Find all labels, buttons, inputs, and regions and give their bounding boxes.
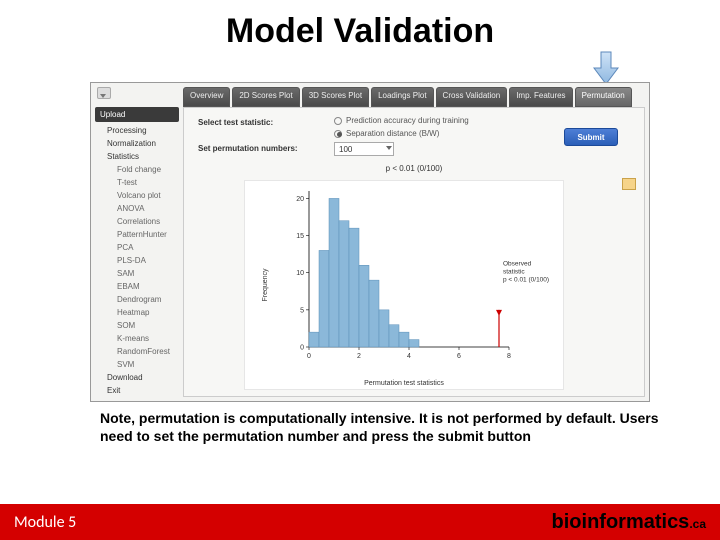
- sidebar: Upload Processing Normalization Statisti…: [95, 105, 179, 399]
- y-axis-label: Frequency: [262, 268, 269, 301]
- brand-name: bioinformatics: [552, 511, 690, 533]
- sidebar-item[interactable]: PCA: [103, 241, 179, 254]
- tab-bar: Overview 2D Scores Plot 3D Scores Plot L…: [183, 87, 645, 107]
- sidebar-item[interactable]: K-means: [103, 332, 179, 345]
- module-label: Module 5: [14, 513, 76, 532]
- p-value-text: p < 0.01 (0/100): [184, 164, 644, 173]
- sidebar-item[interactable]: EBAM: [103, 280, 179, 293]
- home-icon[interactable]: [97, 87, 111, 99]
- sidebar-item[interactable]: Volcano plot: [103, 189, 179, 202]
- svg-text:5: 5: [300, 307, 304, 314]
- tab-imp-features[interactable]: Imp. Features: [509, 87, 572, 107]
- brand-tld: .ca: [689, 517, 706, 531]
- svg-text:15: 15: [296, 233, 304, 240]
- tab-3d-scores[interactable]: 3D Scores Plot: [302, 87, 369, 107]
- tab-panel: Select test statistic: Prediction accura…: [183, 107, 645, 397]
- sidebar-item[interactable]: Dendrogram: [103, 293, 179, 306]
- main-panel: Overview 2D Scores Plot 3D Scores Plot L…: [183, 87, 645, 397]
- slide-note: Note, permutation is computationally int…: [100, 410, 660, 445]
- svg-text:Observed: Observed: [503, 260, 532, 267]
- svg-text:statistic: statistic: [503, 268, 525, 275]
- page-title: Model Validation: [0, 0, 720, 51]
- stat-radio-group: Prediction accuracy during training Sepa…: [334, 114, 469, 140]
- svg-text:10: 10: [296, 270, 304, 277]
- x-axis-label: Permutation test statistics: [245, 380, 563, 387]
- sidebar-item[interactable]: PatternHunter: [103, 228, 179, 241]
- perm-number-input[interactable]: 100: [334, 142, 394, 156]
- sidebar-item[interactable]: RandomForest: [103, 345, 179, 358]
- app-screenshot: Upload Processing Normalization Statisti…: [90, 82, 650, 402]
- sidebar-group-normalization[interactable]: Normalization: [103, 137, 179, 150]
- sidebar-item[interactable]: T-test: [103, 176, 179, 189]
- radio-separation-distance[interactable]: Separation distance (B/W): [334, 127, 469, 140]
- chart-svg: 0 5 10 15 20 0 2 4 6 8 Observedstatisticp < 0.01 (…: [285, 187, 555, 367]
- sidebar-item[interactable]: Fold change: [103, 163, 179, 176]
- sidebar-item-exit[interactable]: Exit: [103, 384, 179, 397]
- tab-overview[interactable]: Overview: [183, 87, 230, 107]
- tab-loadings[interactable]: Loadings Plot: [371, 87, 433, 107]
- sidebar-item[interactable]: PLS-DA: [103, 254, 179, 267]
- radio-label: Prediction accuracy during training: [346, 116, 469, 125]
- sidebar-group-statistics[interactable]: Statistics: [103, 150, 179, 163]
- tab-permutation[interactable]: Permutation: [575, 87, 632, 107]
- radio-icon: [334, 117, 342, 125]
- radio-label: Separation distance (B/W): [346, 129, 439, 138]
- stat-label: Select test statistic:: [198, 118, 273, 127]
- sidebar-group-upload[interactable]: Upload: [95, 107, 179, 122]
- svg-text:p < 0.01 (0/100): p < 0.01 (0/100): [503, 276, 549, 283]
- tab-2d-scores[interactable]: 2D Scores Plot: [232, 87, 299, 107]
- svg-text:6: 6: [457, 353, 461, 360]
- radio-icon: [334, 130, 342, 138]
- sidebar-item[interactable]: Correlations: [103, 215, 179, 228]
- svg-text:0: 0: [307, 353, 311, 360]
- permutation-chart: Frequency 0 5 10 15 20 0 2 4 6 8 Observedstatistic…: [244, 180, 564, 390]
- sidebar-item[interactable]: SAM: [103, 267, 179, 280]
- chevron-down-icon[interactable]: [386, 146, 392, 150]
- sidebar-item[interactable]: SVM: [103, 358, 179, 371]
- svg-text:20: 20: [296, 196, 304, 203]
- svg-text:2: 2: [357, 353, 361, 360]
- submit-button[interactable]: Submit: [564, 128, 618, 146]
- svg-text:0: 0: [300, 345, 304, 352]
- perm-label: Set permutation numbers:: [198, 144, 298, 153]
- brand: bioinformatics.ca: [552, 511, 706, 534]
- footer: Module 5 bioinformatics.ca: [0, 504, 720, 540]
- svg-text:8: 8: [507, 353, 511, 360]
- tab-cross-validation[interactable]: Cross Validation: [436, 87, 508, 107]
- sidebar-item[interactable]: ANOVA: [103, 202, 179, 215]
- image-thumbnail-icon[interactable]: [622, 178, 636, 190]
- sidebar-group-processing[interactable]: Processing: [103, 124, 179, 137]
- sidebar-item[interactable]: Heatmap: [103, 306, 179, 319]
- radio-prediction-accuracy[interactable]: Prediction accuracy during training: [334, 114, 469, 127]
- sidebar-item[interactable]: SOM: [103, 319, 179, 332]
- sidebar-item-download[interactable]: Download: [103, 371, 179, 384]
- svg-text:4: 4: [407, 353, 411, 360]
